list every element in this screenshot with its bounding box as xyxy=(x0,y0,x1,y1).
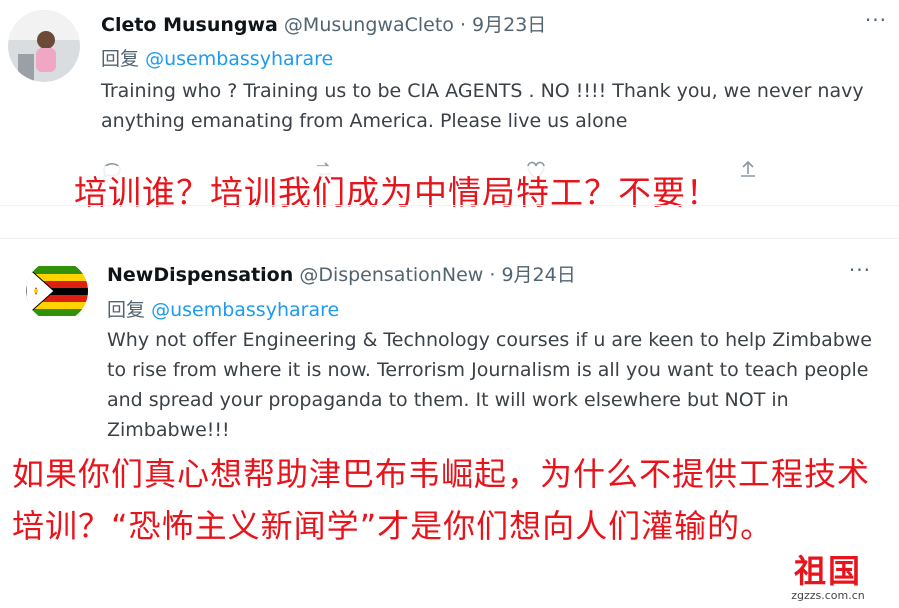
author-handle[interactable]: @MusungwaCleto xyxy=(284,14,454,36)
divider xyxy=(0,238,899,239)
tweet-2-header: NewDispensation @DispensationNew · 9月24日 xyxy=(107,260,576,287)
reply-mention-link[interactable]: @usembassyharare xyxy=(151,299,339,321)
separator-dot: · xyxy=(459,14,466,36)
tweet-1-header: Cleto Musungwa @MusungwaCleto · 9月23日 xyxy=(101,10,546,37)
avatar-newdispensation[interactable] xyxy=(26,260,88,322)
separator-dot: · xyxy=(489,264,496,286)
watermark-text: 祖国 xyxy=(793,552,862,590)
watermark-site: zgzzs.com.cn xyxy=(791,589,865,602)
divider xyxy=(0,205,899,206)
more-icon[interactable]: ··· xyxy=(865,8,887,32)
author-name[interactable]: Cleto Musungwa xyxy=(101,14,278,36)
watermark-logo: 祖国 zgzzs.com.cn xyxy=(773,553,883,602)
share-icon[interactable] xyxy=(736,158,760,182)
reply-line: 回复 @usembassyharare xyxy=(101,44,333,71)
tweet-date[interactable]: 9月23日 xyxy=(472,14,546,36)
reply-prefix: 回复 xyxy=(101,48,140,70)
reply-prefix: 回复 xyxy=(107,299,146,321)
reply-line: 回复 @usembassyharare xyxy=(107,295,339,322)
tweet-text: Training who ? Training us to be CIA AGE… xyxy=(101,80,864,132)
caption-1: 培训谁？培训我们成为中情局特工？不要！ xyxy=(74,166,720,214)
zimbabwe-flag-icon xyxy=(26,260,88,322)
author-handle[interactable]: @DispensationNew xyxy=(299,264,483,286)
reply-mention-link[interactable]: @usembassyharare xyxy=(145,48,333,70)
tweet-text: Why not offer Engineering & Technology c… xyxy=(107,329,873,441)
more-icon[interactable]: ··· xyxy=(849,258,871,282)
caption-2: 如果你们真心想帮助津巴布韦崛起，为什么不提供工程技术培训？“恐怖主义新闻学”才是… xyxy=(12,448,892,552)
author-name[interactable]: NewDispensation xyxy=(107,264,293,286)
avatar-cleto[interactable] xyxy=(8,10,80,82)
tweet-date[interactable]: 9月24日 xyxy=(501,264,575,286)
